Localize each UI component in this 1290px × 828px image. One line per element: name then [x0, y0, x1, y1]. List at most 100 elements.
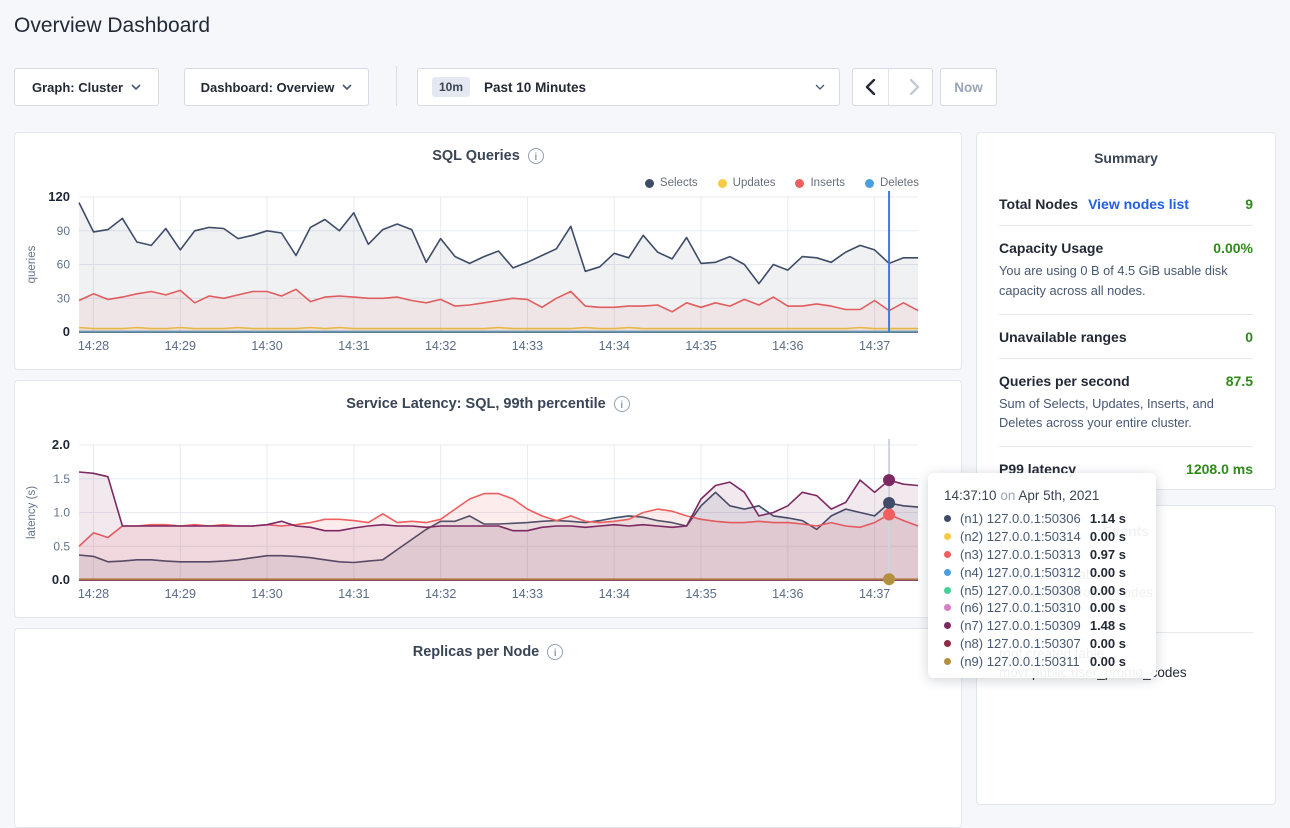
svg-text:14:37: 14:37 — [859, 587, 890, 601]
chevron-left-icon — [865, 79, 876, 95]
node-color-dot — [944, 658, 951, 665]
summary-row-value: 1208.0 ms — [1186, 461, 1253, 477]
chart-title-text: Replicas per Node — [413, 644, 540, 660]
legend-dot — [718, 179, 727, 188]
tooltip-node-row: (n8) 127.0.0.1:503070.00 s — [944, 635, 1142, 653]
svg-text:14:31: 14:31 — [338, 587, 369, 601]
chevron-down-icon — [342, 84, 352, 90]
legend-item: Inserts — [795, 177, 845, 189]
next-time-button[interactable] — [897, 69, 932, 105]
tooltip-node-row: (n1) 127.0.0.1:503061.14 s — [944, 510, 1142, 528]
tooltip-node-label: (n2) 127.0.0.1:50314 — [960, 529, 1081, 544]
dashboard-dropdown-label: Dashboard: Overview — [201, 80, 335, 95]
svg-text:14:30: 14:30 — [251, 339, 282, 353]
svg-text:60: 60 — [57, 258, 71, 272]
info-icon[interactable]: i — [547, 644, 563, 660]
service-latency-chart[interactable]: 0.00.51.01.52.014:2814:2914:3014:3114:32… — [15, 439, 963, 615]
tooltip-time: 14:37:10 — [944, 488, 997, 503]
svg-text:14:33: 14:33 — [512, 339, 543, 353]
replicas-per-node-panel: Replicas per Node i — [14, 628, 962, 828]
time-range-dropdown[interactable]: 10m Past 10 Minutes — [417, 68, 840, 106]
tooltip-node-row: (n6) 127.0.0.1:50310 0.00 s — [944, 599, 1142, 617]
summary-row-value: 9 — [1245, 196, 1253, 212]
tooltip-node-row: (n4) 127.0.0.1:50312 0.00 s — [944, 563, 1142, 581]
svg-text:14:32: 14:32 — [425, 339, 456, 353]
chart-hover-tooltip: 14:37:10 on Apr 5th, 2021 (n1) 127.0.0.1… — [928, 473, 1156, 678]
info-icon[interactable]: i — [614, 396, 630, 412]
svg-text:14:37: 14:37 — [859, 339, 890, 353]
node-color-dot — [944, 640, 951, 647]
tooltip-node-row: (n3) 127.0.0.1:50313 0.97 s — [944, 546, 1142, 564]
now-button-label: Now — [954, 80, 983, 95]
svg-text:14:30: 14:30 — [251, 587, 282, 601]
time-step-buttons — [852, 68, 933, 106]
summary-row-subtext: You are using 0 B of 4.5 GiB usable disk… — [999, 261, 1253, 301]
legend-label: Updates — [733, 177, 776, 189]
summary-row-total-nodes: Total Nodes View nodes list 9 — [999, 182, 1253, 225]
summary-row-value: 87.5 — [1226, 373, 1253, 389]
dashboard-dropdown[interactable]: Dashboard: Overview — [184, 68, 369, 106]
tooltip-node-label: (n1) 127.0.0.1:50306 — [960, 511, 1081, 526]
tooltip-node-value: 0.97 s — [1090, 547, 1142, 562]
svg-text:14:34: 14:34 — [599, 339, 630, 353]
sql-queries-panel: SQL Queries i SelectsUpdatesInsertsDelet… — [14, 132, 962, 370]
tooltip-node-label: (n9) 127.0.0.1:50311 — [960, 654, 1080, 669]
svg-text:120: 120 — [48, 191, 70, 204]
sql-queries-chart[interactable]: 030609012014:2814:2914:3014:3114:3214:33… — [15, 191, 963, 367]
summary-title: Summary — [999, 150, 1253, 166]
summary-row-label: Total Nodes — [999, 196, 1078, 212]
svg-text:2.0: 2.0 — [52, 439, 70, 452]
summary-row-value: 0.00% — [1213, 240, 1253, 256]
node-color-dot — [944, 604, 951, 611]
tooltip-node-label: (n3) 127.0.0.1:50313 — [960, 547, 1081, 562]
view-nodes-list-link[interactable]: View nodes list — [1088, 196, 1189, 212]
svg-text:14:36: 14:36 — [772, 587, 803, 601]
tooltip-node-value: 0.00 s — [1090, 565, 1142, 580]
time-range-label: Past 10 Minutes — [484, 80, 807, 95]
tooltip-node-row: (n7) 127.0.0.1:503091.48 s — [944, 617, 1142, 635]
graph-dropdown[interactable]: Graph: Cluster — [14, 68, 159, 106]
time-range-badge: 10m — [432, 77, 470, 97]
svg-text:queries: queries — [26, 245, 38, 283]
legend-label: Selects — [660, 177, 698, 189]
service-latency-panel: Service Latency: SQL, 99th percentile i … — [14, 380, 962, 618]
tooltip-node-label: (n6) 127.0.0.1:50310 — [960, 600, 1081, 615]
node-color-dot — [944, 622, 951, 629]
svg-text:14:29: 14:29 — [165, 339, 196, 353]
svg-text:14:35: 14:35 — [685, 339, 716, 353]
summary-row-label: Unavailable ranges — [999, 329, 1127, 345]
svg-text:1.0: 1.0 — [53, 506, 70, 520]
legend-item: Deletes — [865, 177, 919, 189]
svg-text:0: 0 — [63, 324, 70, 339]
tooltip-node-row: (n9) 127.0.0.1:503110.00 s — [944, 652, 1142, 670]
svg-text:14:28: 14:28 — [78, 587, 109, 601]
tooltip-node-value: 0.00 s — [1090, 529, 1142, 544]
now-button[interactable]: Now — [940, 68, 997, 106]
summary-row-subtext: Sum of Selects, Updates, Inserts, and De… — [999, 394, 1253, 434]
sql-queries-legend: Selects Updates Inserts Deletes — [645, 177, 919, 189]
svg-text:14:36: 14:36 — [772, 339, 803, 353]
summary-row-label: Queries per second — [999, 373, 1130, 389]
page-title: Overview Dashboard — [14, 14, 210, 38]
node-color-dot — [944, 569, 951, 576]
tooltip-node-label: (n4) 127.0.0.1:50312 — [960, 565, 1081, 580]
svg-text:0.5: 0.5 — [53, 539, 70, 553]
legend-item: Updates — [718, 177, 776, 189]
graph-dropdown-label: Graph: Cluster — [32, 80, 123, 95]
summary-row-unavailable-ranges: Unavailable ranges 0 — [999, 314, 1253, 358]
info-icon[interactable]: i — [528, 148, 544, 164]
tooltip-node-value: 0.00 s — [1090, 636, 1142, 651]
tooltip-on: on — [1000, 488, 1015, 503]
replicas-per-node-title: Replicas per Node i — [15, 644, 961, 660]
node-color-dot — [944, 587, 951, 594]
legend-label: Deletes — [880, 177, 919, 189]
service-latency-title: Service Latency: SQL, 99th percentile i — [15, 396, 961, 412]
prev-time-button[interactable] — [853, 69, 889, 105]
summary-panel: Summary Total Nodes View nodes list 9 Ca… — [976, 132, 1276, 490]
legend-item: Selects — [645, 177, 698, 189]
chart-title-text: Service Latency: SQL, 99th percentile — [346, 396, 606, 412]
tooltip-node-value: 0.00 s — [1090, 600, 1142, 615]
chevron-right-icon — [909, 79, 920, 95]
chevron-down-icon — [815, 84, 825, 90]
svg-text:14:29: 14:29 — [165, 587, 196, 601]
